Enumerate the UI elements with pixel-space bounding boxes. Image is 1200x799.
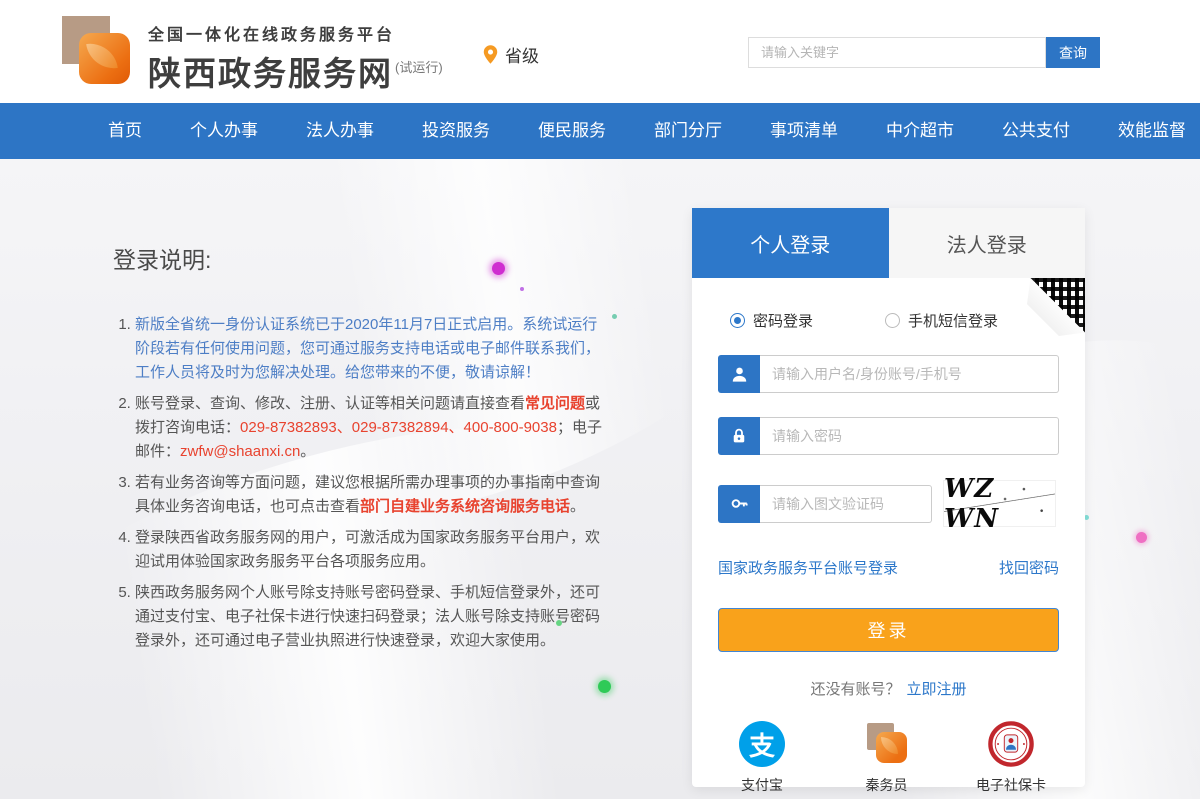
radio-sms-login[interactable]: 手机短信登录 xyxy=(885,310,998,331)
faq-link[interactable]: 常见问题 xyxy=(525,395,585,412)
alipay-glyph: 支 xyxy=(748,730,775,761)
instruction-text: 登录陕西省政务服务网的用户，可激活成为国家政务服务平台用户，欢迎试用体验国家政务… xyxy=(135,529,601,570)
radio-label: 手机短信登录 xyxy=(908,313,999,330)
nav-item-investment[interactable]: 投资服务 xyxy=(398,103,514,159)
page: 全国一体化在线政务服务平台 陕西政务服务网 (试运行) 省级 查询 首页 个人办… xyxy=(0,0,1200,799)
instruction-item: 新版全省统一身份认证系统已于2020年11月7日正式启用。系统试运行阶段若有任何… xyxy=(135,313,605,385)
captcha-image[interactable]: WZ WN xyxy=(943,474,1056,534)
quick-login-social-card[interactable]: 电子社保卡 xyxy=(973,721,1049,795)
instruction-text: 。 xyxy=(300,443,316,460)
instruction-item: 陕西政务服务网个人账号除支持账号密码登录、手机短信登录外，还可通过支付宝、电子社… xyxy=(135,581,605,653)
captcha-input[interactable] xyxy=(760,484,932,523)
tab-personal-login[interactable]: 个人登录 xyxy=(692,208,889,278)
quick-login-label: 秦务员 xyxy=(865,777,908,793)
login-instructions-list: 新版全省统一身份认证系统已于2020年11月7日正式启用。系统试运行阶段若有任何… xyxy=(113,313,605,653)
alipay-icon: 支 xyxy=(739,721,785,767)
main-nav: 首页 个人办事 法人办事 投资服务 便民服务 部门分厅 事项清单 中介超市 公共… xyxy=(0,103,1200,159)
instruction-item: 账号登录、查询、修改、注册、认证等相关问题请直接查看常见问题或拨打咨询电话：02… xyxy=(135,392,605,464)
search-input[interactable] xyxy=(748,37,1046,68)
header: 全国一体化在线政务服务平台 陕西政务服务网 (试运行) 省级 查询 xyxy=(0,0,1200,103)
login-instructions-title: 登录说明: xyxy=(113,247,212,273)
site-logo-text: 全国一体化在线政务服务平台 陕西政务服务网 xyxy=(148,21,395,95)
quick-login-qinwuyuan[interactable]: 秦务员 xyxy=(849,721,925,795)
instruction-text: 。 xyxy=(570,498,586,515)
helper-links: 国家政务服务平台账号登录 找回密码 xyxy=(718,557,1059,578)
site-name: 陕西政务服务网 xyxy=(148,55,393,92)
quick-login-alipay[interactable]: 支 支付宝 xyxy=(724,721,800,795)
radio-unselected-icon xyxy=(885,313,901,328)
nav-item-public-payment[interactable]: 公共支付 xyxy=(978,103,1094,159)
instruction-text: 新版全省统一身份认证系统已于2020年11月7日正式启用。系统试运行阶段若有任何… xyxy=(135,316,601,381)
logo-leaf-icon xyxy=(79,33,130,84)
department-hotline-link[interactable]: 部门自建业务系统咨询服务电话 xyxy=(360,498,570,515)
forgot-password-link[interactable]: 找回密码 xyxy=(999,557,1059,578)
radio-password-login[interactable]: 密码登录 xyxy=(730,310,813,331)
register-row: 还没有账号？ 立即注册 xyxy=(718,678,1059,699)
trial-run-label: (试运行) xyxy=(395,60,443,75)
instruction-text: 账号登录、查询、修改、注册、认证等相关问题请直接查看 xyxy=(135,395,526,412)
region-selector[interactable]: 省级 xyxy=(482,42,539,67)
tab-legal-login[interactable]: 法人登录 xyxy=(888,208,1085,278)
captcha-row: WZ WN xyxy=(718,474,1059,534)
radio-selected-icon xyxy=(730,313,745,328)
region-label: 省级 xyxy=(505,47,539,66)
password-input[interactable] xyxy=(760,417,1059,455)
login-mode-radios: 密码登录 手机短信登录 xyxy=(718,310,1059,331)
nav-item-convenience[interactable]: 便民服务 xyxy=(514,103,630,159)
login-card: 个人登录 法人登录 密码登录 手机短信登录 请输入用户名/身份账号/手机号 请输… xyxy=(692,208,1085,793)
hotline-numbers: 029-87382893、029-87382894、400-800-9038 xyxy=(240,419,557,436)
password-row xyxy=(718,417,1059,455)
decor-dot xyxy=(612,314,617,319)
nav-item-departments[interactable]: 部门分厅 xyxy=(630,103,746,159)
quick-login-row: 支 支付宝 秦务员 电子社保卡 xyxy=(718,721,1059,795)
site-logo-icon xyxy=(62,16,132,86)
username-row xyxy=(718,355,1059,393)
nav-item-home[interactable]: 首页 xyxy=(84,103,166,159)
register-link[interactable]: 立即注册 xyxy=(907,681,967,698)
nav-item-legal-services[interactable]: 法人办事 xyxy=(282,103,398,159)
quick-login-label: 电子社保卡 xyxy=(976,777,1046,793)
search-button[interactable]: 查询 xyxy=(1046,37,1100,68)
location-pin-icon xyxy=(482,44,499,65)
national-platform-login-link[interactable]: 国家政务服务平台账号登录 xyxy=(718,557,898,578)
captcha-group xyxy=(718,484,932,523)
radio-label: 密码登录 xyxy=(753,313,814,330)
login-button[interactable]: 登录 xyxy=(718,608,1059,652)
login-form: 密码登录 手机短信登录 请输入用户名/身份账号/手机号 请输入图文验证码 WZ … xyxy=(692,310,1085,795)
decor-dot xyxy=(598,680,611,693)
login-instructions: 登录说明: 新版全省统一身份认证系统已于2020年11月7日正式启用。系统试运行… xyxy=(113,241,605,660)
qinwuyuan-leaf-square xyxy=(875,732,907,763)
login-tabs: 个人登录 法人登录 xyxy=(692,208,1085,278)
qinwuyuan-icon xyxy=(864,721,910,767)
main-content: 登录说明: 新版全省统一身份认证系统已于2020年11月7日正式启用。系统试运行… xyxy=(0,159,1200,799)
header-search: 查询 xyxy=(748,37,1100,68)
social-security-card-icon xyxy=(988,721,1034,767)
qr-code-corner-icon[interactable] xyxy=(1027,278,1085,336)
lock-icon xyxy=(718,417,760,455)
quick-login-label: 支付宝 xyxy=(741,777,783,793)
key-icon xyxy=(718,484,760,523)
instruction-item: 登录陕西省政务服务网的用户，可激活成为国家政务服务平台用户，欢迎试用体验国家政务… xyxy=(135,526,605,574)
nav-item-matter-list[interactable]: 事项清单 xyxy=(746,103,862,159)
decor-dot xyxy=(1136,532,1147,543)
support-email[interactable]: zwfw@shaanxi.cn xyxy=(180,443,300,460)
nav-item-efficiency[interactable]: 效能监督 xyxy=(1094,103,1200,159)
nav-item-personal-services[interactable]: 个人办事 xyxy=(166,103,282,159)
register-prompt: 还没有账号？ xyxy=(810,681,901,698)
platform-line: 全国一体化在线政务服务平台 xyxy=(148,27,396,44)
captcha-text: WZ WN xyxy=(944,473,999,534)
instruction-text: 陕西政务服务网个人账号除支持账号密码登录、手机短信登录外，还可通过支付宝、电子社… xyxy=(135,584,601,649)
user-icon xyxy=(718,355,760,393)
instruction-item: 若有业务咨询等方面问题，建议您根据所需办理事项的办事指南中查询具体业务咨询电话，… xyxy=(135,471,605,519)
username-input[interactable] xyxy=(760,355,1059,393)
nav-item-intermediary[interactable]: 中介超市 xyxy=(862,103,978,159)
